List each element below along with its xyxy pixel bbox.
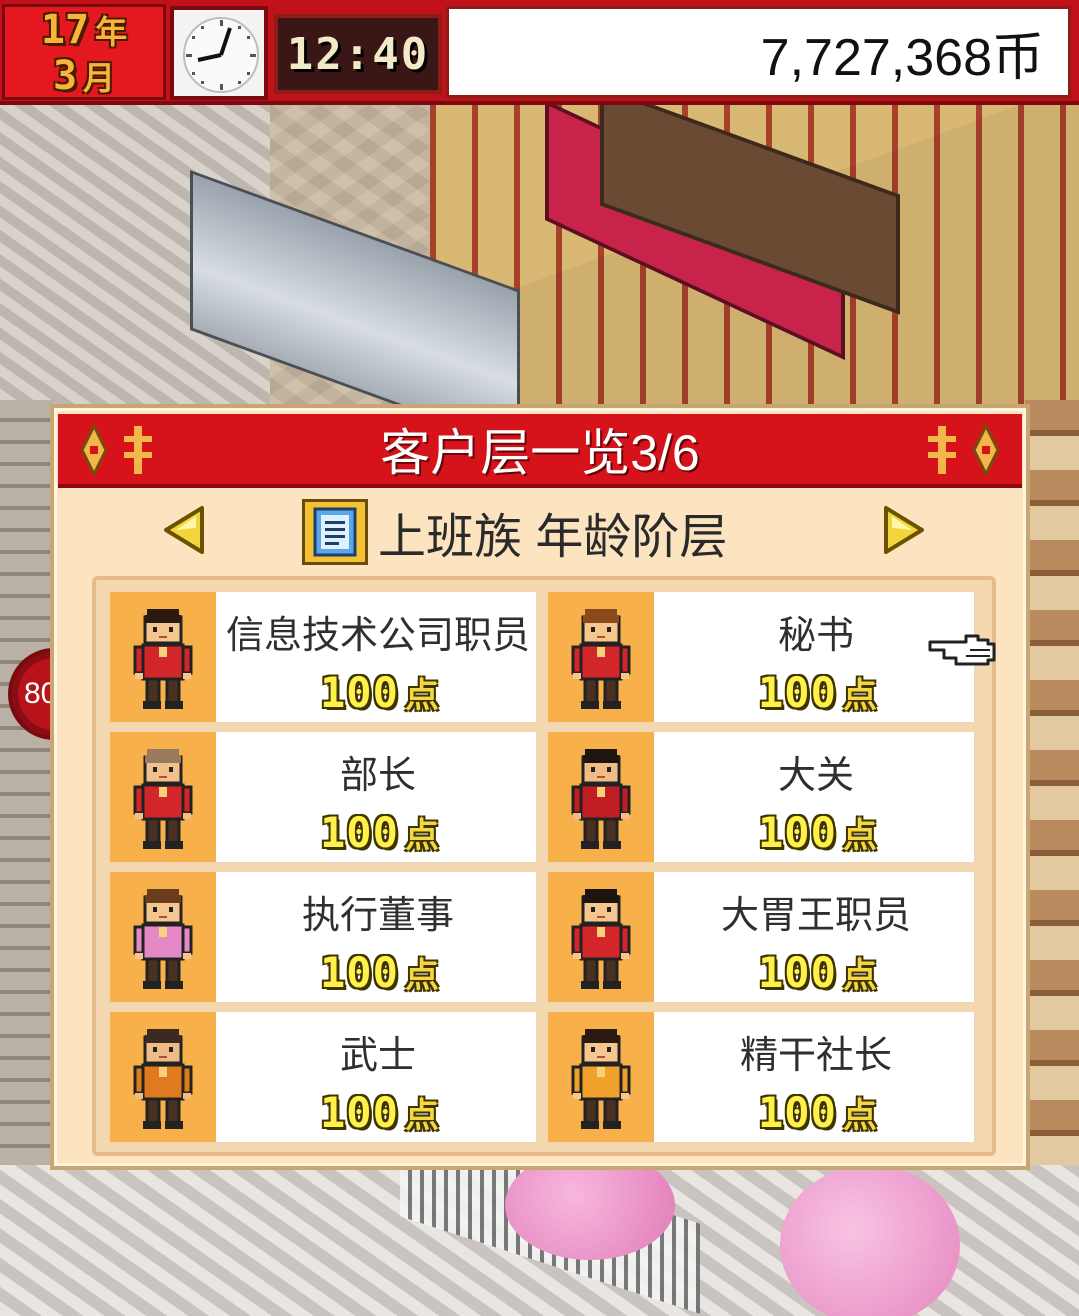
customer-sprite-icon (133, 889, 193, 989)
points-unit: 点 (404, 675, 439, 716)
points-value: 100 (758, 807, 837, 857)
customer-sprite-icon (571, 749, 631, 849)
money-display: 7,727,368币 (446, 6, 1071, 98)
date-display[interactable]: 17 年 3 月 (2, 4, 166, 100)
pointing-hand-icon (928, 634, 996, 666)
customer-name: 大关 (777, 755, 854, 797)
panel-header: 客户层一览3/6 (58, 414, 1022, 488)
customer-name: 部长 (339, 755, 416, 797)
customer-grid: 信息技术公司职员 100 点秘书 100 点部长 100 点大关 100 点执行董事 100 点大胃… (108, 590, 980, 1144)
arrow-right-icon[interactable] (882, 504, 926, 556)
customer-points: 100 点 (758, 947, 877, 997)
points-unit: 点 (842, 1095, 877, 1136)
arrow-left-icon[interactable] (162, 504, 206, 556)
customer-card[interactable]: 秘书 100 点 (546, 590, 976, 724)
customer-portrait (548, 592, 654, 722)
customer-name: 执行董事 (301, 895, 454, 937)
customer-portrait (548, 732, 654, 862)
customer-points: 100 点 (320, 807, 439, 857)
points-unit: 点 (404, 815, 439, 856)
customer-sprite-icon (133, 609, 193, 709)
customer-name: 武士 (339, 1035, 416, 1077)
money-value: 7,727,368币 (760, 28, 1044, 87)
customer-points: 100 点 (758, 1087, 877, 1137)
customer-points: 100 点 (320, 947, 439, 997)
ornament-icon (124, 426, 152, 474)
customer-portrait (548, 1012, 654, 1142)
clipboard-icon (302, 499, 368, 565)
customer-card[interactable]: 信息技术公司职员 100 点 (108, 590, 538, 724)
panel-title: 客户层一览3/6 (380, 425, 700, 481)
month-unit: 月 (83, 59, 116, 97)
customer-points: 100 点 (758, 667, 877, 717)
customer-portrait (110, 1012, 216, 1142)
customer-sprite-icon (571, 889, 631, 989)
category-title: 上班族 年龄阶层 (378, 511, 728, 564)
customer-card[interactable]: 精干社长 100 点 (546, 1010, 976, 1144)
clock-icon[interactable] (170, 6, 268, 100)
points-unit: 点 (404, 1095, 439, 1136)
customer-points: 100 点 (758, 807, 877, 857)
points-value: 100 (758, 1087, 837, 1137)
points-value: 100 (758, 947, 837, 997)
points-value: 100 (320, 947, 399, 997)
customer-name: 信息技术公司职员 (225, 615, 530, 657)
customer-name: 大胃王职员 (720, 895, 911, 937)
cherry-tree (780, 1165, 960, 1316)
year-value: 17 (40, 7, 90, 53)
customer-list-panel: 客户层一览3/6 上班族 年龄阶层 信息技术公司职员 100 点 秘书 100 … (50, 404, 1030, 1170)
customer-name: 精干社长 (739, 1035, 892, 1077)
time-value: 12:40 (286, 28, 430, 80)
points-value: 100 (320, 1087, 399, 1137)
customer-portrait (548, 872, 654, 1002)
points-value: 100 (320, 807, 399, 857)
points-unit: 点 (404, 955, 439, 996)
customer-portrait (110, 732, 216, 862)
customer-points: 100 点 (320, 667, 439, 717)
time-display: 12:40 (274, 14, 442, 94)
customer-sprite-icon (571, 609, 631, 709)
points-value: 100 (320, 667, 399, 717)
customer-sprite-icon (571, 1029, 631, 1129)
category-row: 上班族 年龄阶层 (302, 496, 727, 568)
points-unit: 点 (842, 815, 877, 856)
points-unit: 点 (842, 675, 877, 716)
month-value: 3 (52, 53, 78, 99)
customer-portrait (110, 872, 216, 1002)
customer-card[interactable]: 武士 100 点 (108, 1010, 538, 1144)
year-unit: 年 (95, 13, 128, 51)
points-unit: 点 (842, 955, 877, 996)
customer-portrait (110, 592, 216, 722)
top-hud: 17 年 3 月 12:40 7,727,368币 (0, 0, 1079, 105)
customer-card[interactable]: 执行董事 100 点 (108, 870, 538, 1004)
ornament-icon (972, 422, 1000, 478)
customer-grid-frame: 信息技术公司职员 100 点秘书 100 点部长 100 点大关 100 点执行董事 100 点大胃… (92, 576, 996, 1156)
customer-card[interactable]: 大关 100 点 (546, 730, 976, 864)
customer-card[interactable]: 部长 100 点 (108, 730, 538, 864)
customer-card[interactable]: 大胃王职员 100 点 (546, 870, 976, 1004)
customer-sprite-icon (133, 1029, 193, 1129)
map-right-building (1025, 400, 1079, 1180)
customer-points: 100 点 (320, 1087, 439, 1137)
customer-sprite-icon (133, 749, 193, 849)
points-value: 100 (758, 667, 837, 717)
map-left-building (0, 400, 55, 1180)
